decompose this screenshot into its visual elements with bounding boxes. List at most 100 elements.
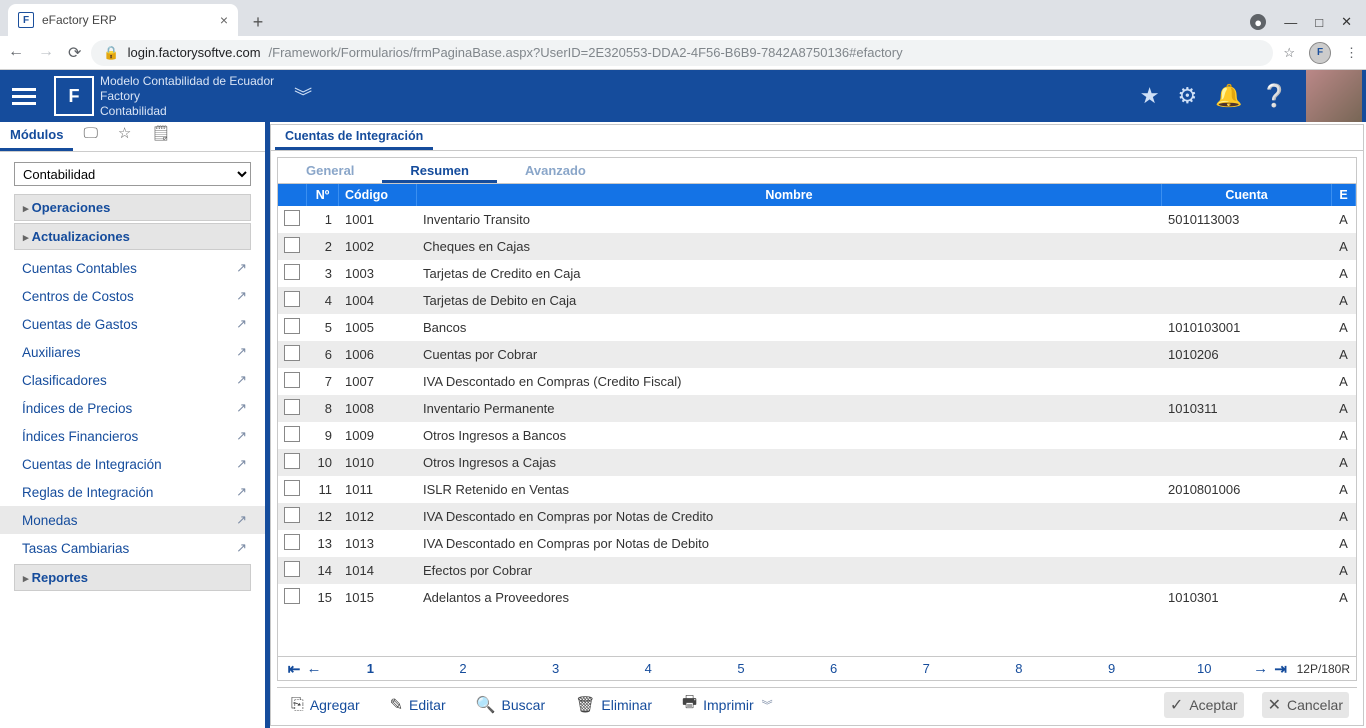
sidebar-item[interactable]: Cuentas de Integración↗ (0, 450, 265, 478)
print-button[interactable]: 🖶Imprimir︾ (676, 688, 779, 721)
help-icon[interactable]: ❔ (1261, 83, 1288, 109)
notifications-bell-icon[interactable]: 🔔 (1215, 83, 1242, 109)
sidebar-item[interactable]: Centros de Costos↗ (0, 282, 265, 310)
col-cuenta[interactable]: Cuenta (1162, 184, 1332, 206)
view-tab-resumen[interactable]: Resumen (382, 158, 497, 183)
row-checkbox[interactable] (278, 314, 307, 341)
sidebar-item[interactable]: Cuentas Contables↗ (0, 254, 265, 282)
table-row[interactable]: 41004Tarjetas de Debito en CajaA (278, 287, 1356, 314)
table-row[interactable]: 51005Bancos1010103001A (278, 314, 1356, 341)
search-button[interactable]: 🔍Buscar (470, 692, 552, 718)
sidebar-item[interactable]: Monedas↗ (0, 506, 265, 534)
cancel-button[interactable]: ✕Cancelar (1262, 692, 1349, 718)
pager-next-icon[interactable]: → (1251, 660, 1271, 677)
context-dropdown-icon[interactable]: ︾ (294, 83, 312, 109)
external-link-icon[interactable]: ↗ (236, 344, 247, 360)
table-row[interactable]: 121012IVA Descontado en Compras por Nota… (278, 503, 1356, 530)
table-row[interactable]: 31003Tarjetas de Credito en CajaA (278, 260, 1356, 287)
pager-last-icon[interactable]: ⇥ (1271, 660, 1291, 678)
sidebar-tab-monitor-icon[interactable]: 🖵 (73, 119, 107, 151)
external-link-icon[interactable]: ↗ (236, 372, 247, 388)
pager-page[interactable]: 6 (787, 661, 880, 676)
col-num[interactable]: Nº (307, 184, 339, 206)
row-checkbox[interactable] (278, 476, 307, 503)
settings-gear-icon[interactable]: ⚙ (1177, 83, 1197, 109)
favorite-icon[interactable]: ★ (1140, 83, 1160, 109)
view-tab-general[interactable]: General (278, 158, 382, 183)
table-row[interactable]: 91009Otros Ingresos a BancosA (278, 422, 1356, 449)
sidebar-item[interactable]: Índices de Precios↗ (0, 394, 265, 422)
back-icon[interactable]: ← (8, 43, 24, 63)
sidebar-item[interactable]: Reglas de Integración↗ (0, 478, 265, 506)
col-checkbox[interactable] (278, 184, 307, 206)
pager-prev-icon[interactable]: ← (304, 660, 324, 677)
user-avatar[interactable] (1306, 70, 1362, 122)
view-tab-avanzado[interactable]: Avanzado (497, 158, 614, 183)
table-row[interactable]: 11001Inventario Transito5010113003A (278, 206, 1356, 233)
browser-profile-icon[interactable]: F (1309, 42, 1331, 64)
pager-page[interactable]: 1 (324, 661, 417, 676)
sidebar-tab-note-icon[interactable]: 🗒 (141, 118, 180, 151)
table-row[interactable]: 111011ISLR Retenido en Ventas2010801006A (278, 476, 1356, 503)
browser-tab[interactable]: F eFactory ERP × (8, 4, 238, 36)
row-checkbox[interactable] (278, 341, 307, 368)
minimize-icon[interactable]: ― (1284, 15, 1297, 30)
row-checkbox[interactable] (278, 449, 307, 476)
pager-page[interactable]: 2 (417, 661, 510, 676)
profile-dot-icon[interactable]: ● (1250, 14, 1266, 30)
sidebar-item[interactable]: Índices Financieros↗ (0, 422, 265, 450)
pager-page[interactable]: 10 (1158, 661, 1251, 676)
sidebar-item[interactable]: Tasas Cambiarias↗ (0, 534, 265, 562)
sidebar-group-reportes[interactable]: Reportes (14, 564, 251, 591)
maximize-icon[interactable]: □ (1315, 15, 1323, 30)
sidebar-tab-modulos[interactable]: Módulos (0, 121, 73, 151)
add-button[interactable]: ⎘Agregar (285, 693, 366, 717)
external-link-icon[interactable]: ↗ (236, 456, 247, 472)
page-title-tab[interactable]: Cuentas de Integración (275, 124, 433, 150)
external-link-icon[interactable]: ↗ (236, 400, 247, 416)
row-checkbox[interactable] (278, 206, 307, 233)
sidebar-item[interactable]: Clasificadores↗ (0, 366, 265, 394)
accept-button[interactable]: ✓Aceptar (1164, 692, 1244, 718)
external-link-icon[interactable]: ↗ (236, 316, 247, 332)
sidebar-item[interactable]: Auxiliares↗ (0, 338, 265, 366)
external-link-icon[interactable]: ↗ (236, 260, 247, 276)
table-row[interactable]: 141014Efectos por CobrarA (278, 557, 1356, 584)
edit-button[interactable]: ✎Editar (384, 692, 452, 718)
sidebar-group-operaciones[interactable]: Operaciones (14, 194, 251, 221)
row-checkbox[interactable] (278, 422, 307, 449)
row-checkbox[interactable] (278, 503, 307, 530)
pager-page[interactable]: 4 (602, 661, 695, 676)
new-tab-button[interactable]: + (244, 8, 272, 36)
table-row[interactable]: 61006Cuentas por Cobrar1010206A (278, 341, 1356, 368)
row-checkbox[interactable] (278, 287, 307, 314)
external-link-icon[interactable]: ↗ (236, 428, 247, 444)
row-checkbox[interactable] (278, 557, 307, 584)
table-row[interactable]: 71007IVA Descontado en Compras (Credito … (278, 368, 1356, 395)
row-checkbox[interactable] (278, 584, 307, 611)
close-tab-icon[interactable]: × (220, 12, 228, 28)
sidebar-item[interactable]: Cuentas de Gastos↗ (0, 310, 265, 338)
pager-page[interactable]: 8 (973, 661, 1066, 676)
external-link-icon[interactable]: ↗ (236, 512, 247, 528)
pager-page[interactable]: 5 (695, 661, 788, 676)
close-window-icon[interactable]: ✕ (1341, 14, 1352, 30)
row-checkbox[interactable] (278, 368, 307, 395)
browser-menu-icon[interactable]: ⋮ (1345, 45, 1358, 61)
delete-button[interactable]: 🗑Eliminar (569, 692, 658, 718)
table-row[interactable]: 101010Otros Ingresos a CajasA (278, 449, 1356, 476)
table-row[interactable]: 131013IVA Descontado en Compras por Nota… (278, 530, 1356, 557)
external-link-icon[interactable]: ↗ (236, 288, 247, 304)
sidebar-group-actualizaciones[interactable]: Actualizaciones (14, 223, 251, 250)
col-nombre[interactable]: Nombre (417, 184, 1162, 206)
table-row[interactable]: 21002Cheques en CajasA (278, 233, 1356, 260)
external-link-icon[interactable]: ↗ (236, 484, 247, 500)
external-link-icon[interactable]: ↗ (236, 540, 247, 556)
row-checkbox[interactable] (278, 260, 307, 287)
pager-first-icon[interactable]: ⇤ (284, 660, 304, 678)
url-field[interactable]: 🔒 login.factorysoftve.com/Framework/Form… (91, 40, 1273, 66)
pager-page[interactable]: 3 (509, 661, 602, 676)
row-checkbox[interactable] (278, 233, 307, 260)
table-row[interactable]: 151015Adelantos a Proveedores1010301A (278, 584, 1356, 611)
table-row[interactable]: 81008Inventario Permanente1010311A (278, 395, 1356, 422)
